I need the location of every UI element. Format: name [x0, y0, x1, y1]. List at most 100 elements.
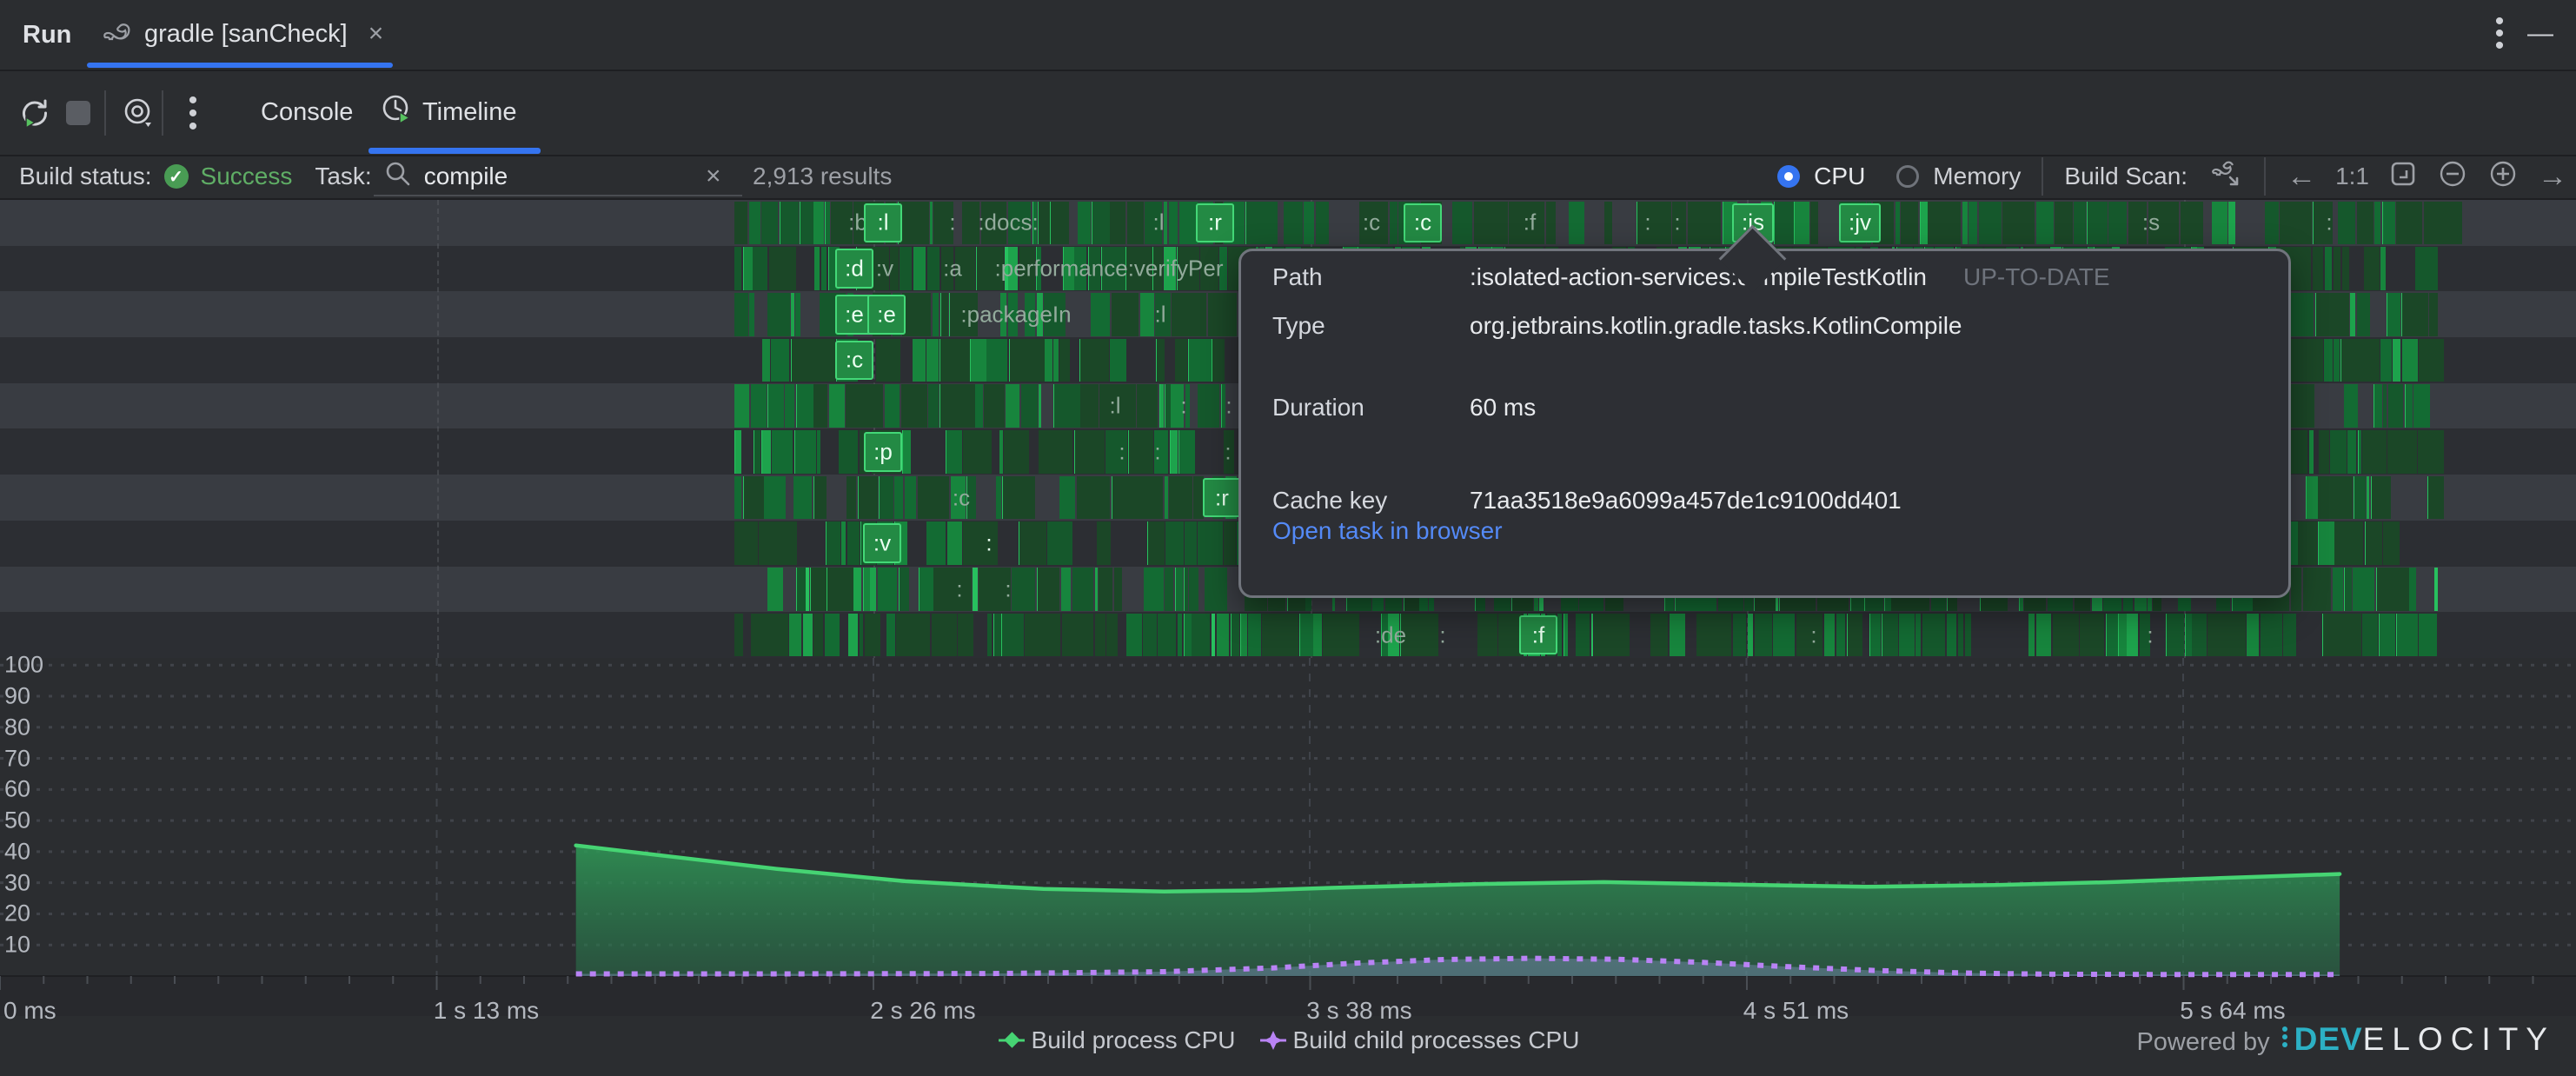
task-bar[interactable] — [2383, 521, 2400, 565]
task-bar[interactable] — [1165, 476, 1168, 520]
task-bar[interactable] — [876, 339, 900, 382]
task-bar[interactable] — [902, 430, 911, 474]
task-bar[interactable] — [1390, 202, 1398, 245]
task-bar[interactable] — [939, 339, 969, 382]
task-bar[interactable] — [1091, 293, 1111, 336]
task-bar[interactable] — [987, 614, 992, 657]
task-bar[interactable] — [1224, 521, 1235, 565]
task-bar[interactable] — [999, 430, 1002, 474]
task-bar[interactable] — [810, 568, 826, 611]
task-bar[interactable] — [913, 247, 926, 290]
task-bar[interactable] — [2074, 202, 2085, 245]
task-bar[interactable] — [795, 293, 800, 336]
task-bar[interactable] — [1895, 202, 1900, 245]
task-bar[interactable] — [1110, 202, 1125, 245]
task-bar[interactable] — [1019, 521, 1046, 565]
task-bar[interactable] — [1824, 614, 1835, 657]
tab-gradle-sancheck[interactable]: gradle [sanCheck] × — [87, 0, 399, 68]
task-bar[interactable] — [2118, 614, 2126, 657]
task-bar[interactable] — [905, 476, 916, 520]
task-bar[interactable] — [1794, 202, 1809, 245]
task-bar[interactable] — [1313, 614, 1321, 657]
task-bar[interactable] — [2402, 339, 2418, 382]
task-bar[interactable] — [2353, 568, 2374, 611]
task-bar[interactable] — [772, 430, 793, 474]
task-bar[interactable] — [751, 614, 788, 657]
task-bar[interactable] — [821, 247, 827, 290]
task-bar[interactable] — [1178, 614, 1182, 657]
task-bar[interactable] — [1080, 384, 1099, 428]
task-bar[interactable] — [767, 568, 783, 611]
task-bar[interactable] — [827, 339, 835, 382]
task-bar[interactable] — [847, 521, 860, 565]
tab-console[interactable]: Console — [261, 71, 353, 153]
task-bar[interactable] — [2315, 293, 2349, 336]
task-bar[interactable] — [898, 202, 929, 245]
task-bar[interactable] — [2247, 614, 2259, 657]
rerun-button[interactable] — [16, 71, 54, 155]
clear-search-icon[interactable]: × — [706, 162, 721, 191]
task-bar[interactable] — [2418, 430, 2443, 474]
task-bar[interactable] — [2344, 384, 2358, 428]
task-bar[interactable] — [1869, 614, 1882, 657]
task-bar[interactable] — [896, 614, 930, 657]
task-bar[interactable] — [2401, 293, 2428, 336]
task-bar[interactable] — [846, 384, 883, 428]
task-bar[interactable] — [976, 247, 995, 290]
task-bar[interactable] — [2394, 293, 2400, 336]
task-bar[interactable] — [2424, 202, 2462, 245]
task-bar[interactable] — [2334, 247, 2341, 290]
task-bar[interactable] — [2365, 521, 2382, 565]
task-bar[interactable] — [1039, 384, 1041, 428]
task-bar[interactable] — [1569, 202, 1584, 245]
task-bar[interactable] — [886, 614, 895, 657]
task-bar[interactable] — [2342, 247, 2350, 290]
task-bar[interactable] — [1979, 202, 2002, 245]
task-bar[interactable] — [1078, 202, 1091, 245]
task-bar[interactable] — [1962, 202, 1968, 245]
task-bar[interactable] — [940, 293, 949, 336]
task-bar[interactable] — [973, 568, 978, 611]
task-search-input[interactable]: compile — [424, 163, 685, 190]
task-bar[interactable] — [2415, 247, 2438, 290]
task-bar[interactable] — [2334, 521, 2363, 565]
minimize-icon[interactable]: — — [2527, 19, 2559, 42]
task-bar[interactable] — [2280, 202, 2312, 245]
task-bar[interactable] — [1189, 568, 1198, 611]
task-bar[interactable] — [958, 614, 973, 657]
task-bar[interactable] — [1169, 202, 1178, 245]
task-bar[interactable] — [2419, 614, 2437, 657]
task-bar[interactable] — [2330, 430, 2347, 474]
task-bar[interactable] — [1958, 614, 1963, 657]
task-bar[interactable] — [2429, 293, 2439, 336]
task-bar[interactable] — [1901, 202, 1918, 245]
task-bar[interactable] — [2319, 430, 2328, 474]
task-bar[interactable] — [1184, 614, 1192, 657]
task-bar[interactable] — [2380, 339, 2392, 382]
task-bar[interactable] — [1965, 614, 1972, 657]
task-bar[interactable] — [2185, 614, 2192, 657]
task-bar[interactable] — [829, 384, 845, 428]
task-bar[interactable] — [1170, 430, 1178, 474]
task-bar[interactable] — [1733, 614, 1746, 657]
cpu-radio[interactable] — [1777, 165, 1800, 188]
task-bar[interactable] — [1039, 430, 1072, 474]
task-bar[interactable] — [2347, 430, 2356, 474]
task-bar[interactable] — [2283, 614, 2296, 657]
task-bar[interactable] — [946, 430, 963, 474]
task-bar[interactable] — [1169, 476, 1192, 520]
task-bar[interactable] — [743, 247, 753, 290]
task-bar[interactable] — [2324, 339, 2333, 382]
task-bar[interactable] — [2427, 476, 2444, 520]
task-bar[interactable] — [1604, 202, 1612, 245]
task-bar[interactable] — [1477, 614, 1497, 657]
task-bar[interactable] — [947, 521, 962, 565]
task-bar[interactable] — [2362, 430, 2387, 474]
task-bar[interactable] — [963, 430, 992, 474]
task-bar[interactable] — [1262, 614, 1298, 657]
task-bar[interactable] — [762, 339, 769, 382]
task-bar[interactable] — [1205, 568, 1228, 611]
task-bar[interactable] — [2108, 202, 2127, 245]
task-bar[interactable] — [927, 247, 939, 290]
task-bar[interactable] — [2288, 339, 2323, 382]
